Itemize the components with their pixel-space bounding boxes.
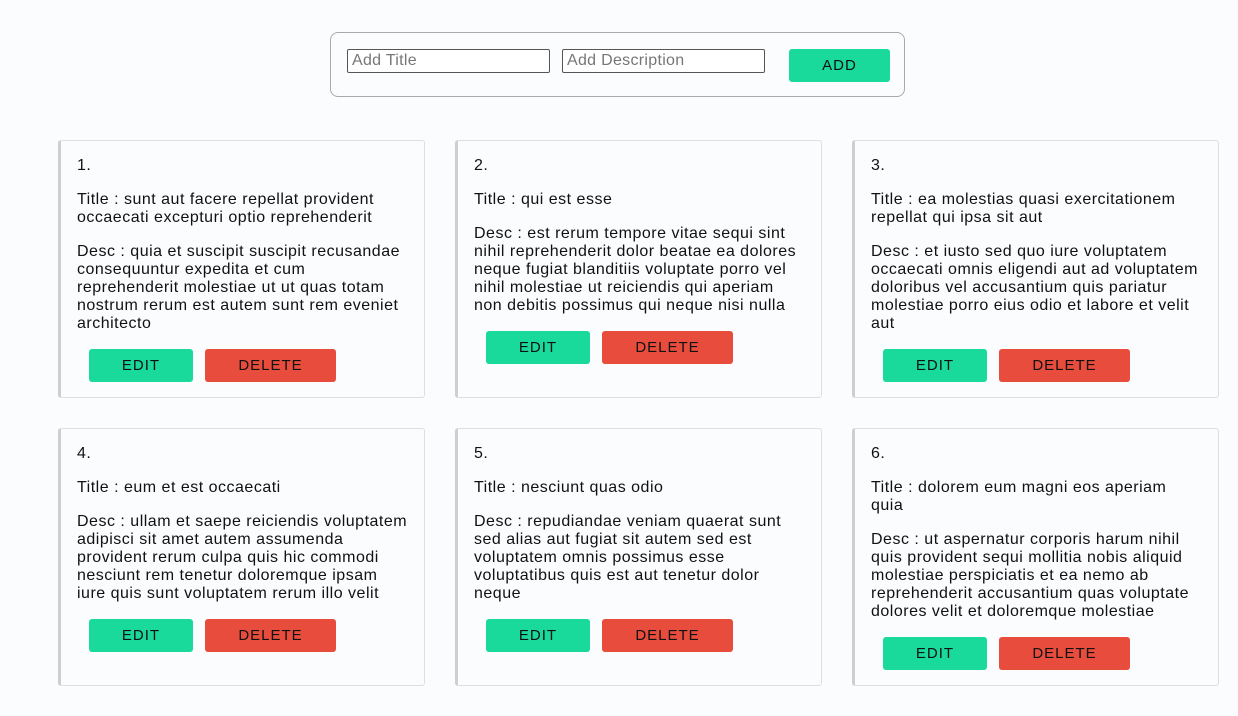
delete-button[interactable]: DELETE	[602, 331, 733, 364]
todo-title: Title : qui est esse	[474, 191, 613, 208]
todo-title: Title : ea molestias quasi exercitatione…	[871, 191, 1176, 226]
delete-button[interactable]: DELETE	[205, 619, 336, 652]
todo-description: Desc : quia et suscipit suscipit recusan…	[77, 243, 400, 332]
todo-card: 5. Title : nesciunt quas odio Desc : rep…	[455, 428, 822, 686]
todo-card: 6. Title : dolorem eum magni eos aperiam…	[852, 428, 1219, 686]
delete-button[interactable]: DELETE	[205, 349, 336, 382]
card-actions: EDIT DELETE	[474, 619, 805, 652]
todo-card: 4. Title : eum et est occaecati Desc : u…	[58, 428, 425, 686]
card-actions: EDIT DELETE	[474, 331, 805, 364]
description-input[interactable]	[562, 49, 765, 73]
todo-number: 6.	[871, 445, 886, 462]
todo-description: Desc : est rerum tempore vitae sequi sin…	[474, 225, 797, 314]
todo-title: Title : eum et est occaecati	[77, 479, 281, 496]
edit-button[interactable]: EDIT	[89, 349, 193, 382]
todo-number: 4.	[77, 445, 92, 462]
add-button[interactable]: ADD	[789, 49, 890, 82]
todo-card: 1. Title : sunt aut facere repellat prov…	[58, 140, 425, 398]
todo-description: Desc : et iusto sed quo iure voluptatem …	[871, 243, 1198, 332]
card-actions: EDIT DELETE	[77, 349, 408, 382]
todo-description: Desc : ut aspernatur corporis harum nihi…	[871, 531, 1189, 620]
card-actions: EDIT DELETE	[871, 637, 1202, 670]
edit-button[interactable]: EDIT	[883, 637, 987, 670]
todo-description: Desc : repudiandae veniam quaerat sunt s…	[474, 513, 782, 602]
todo-card: 2. Title : qui est esse Desc : est rerum…	[455, 140, 822, 398]
title-input[interactable]	[347, 49, 550, 73]
todo-grid: 1. Title : sunt aut facere repellat prov…	[58, 140, 1219, 686]
todo-title: Title : nesciunt quas odio	[474, 479, 664, 496]
todo-card: 3. Title : ea molestias quasi exercitati…	[852, 140, 1219, 398]
todo-title: Title : dolorem eum magni eos aperiam qu…	[871, 479, 1167, 514]
todo-title: Title : sunt aut facere repellat provide…	[77, 191, 374, 226]
edit-button[interactable]: EDIT	[486, 331, 590, 364]
delete-button[interactable]: DELETE	[602, 619, 733, 652]
todo-number: 2.	[474, 157, 489, 174]
add-todo-form: ADD	[330, 32, 905, 97]
todo-number: 5.	[474, 445, 489, 462]
edit-button[interactable]: EDIT	[883, 349, 987, 382]
todo-number: 3.	[871, 157, 886, 174]
delete-button[interactable]: DELETE	[999, 349, 1130, 382]
todo-number: 1.	[77, 157, 92, 174]
card-actions: EDIT DELETE	[871, 349, 1202, 382]
edit-button[interactable]: EDIT	[89, 619, 193, 652]
delete-button[interactable]: DELETE	[999, 637, 1130, 670]
edit-button[interactable]: EDIT	[486, 619, 590, 652]
todo-description: Desc : ullam et saepe reiciendis volupta…	[77, 513, 408, 602]
card-actions: EDIT DELETE	[77, 619, 408, 652]
